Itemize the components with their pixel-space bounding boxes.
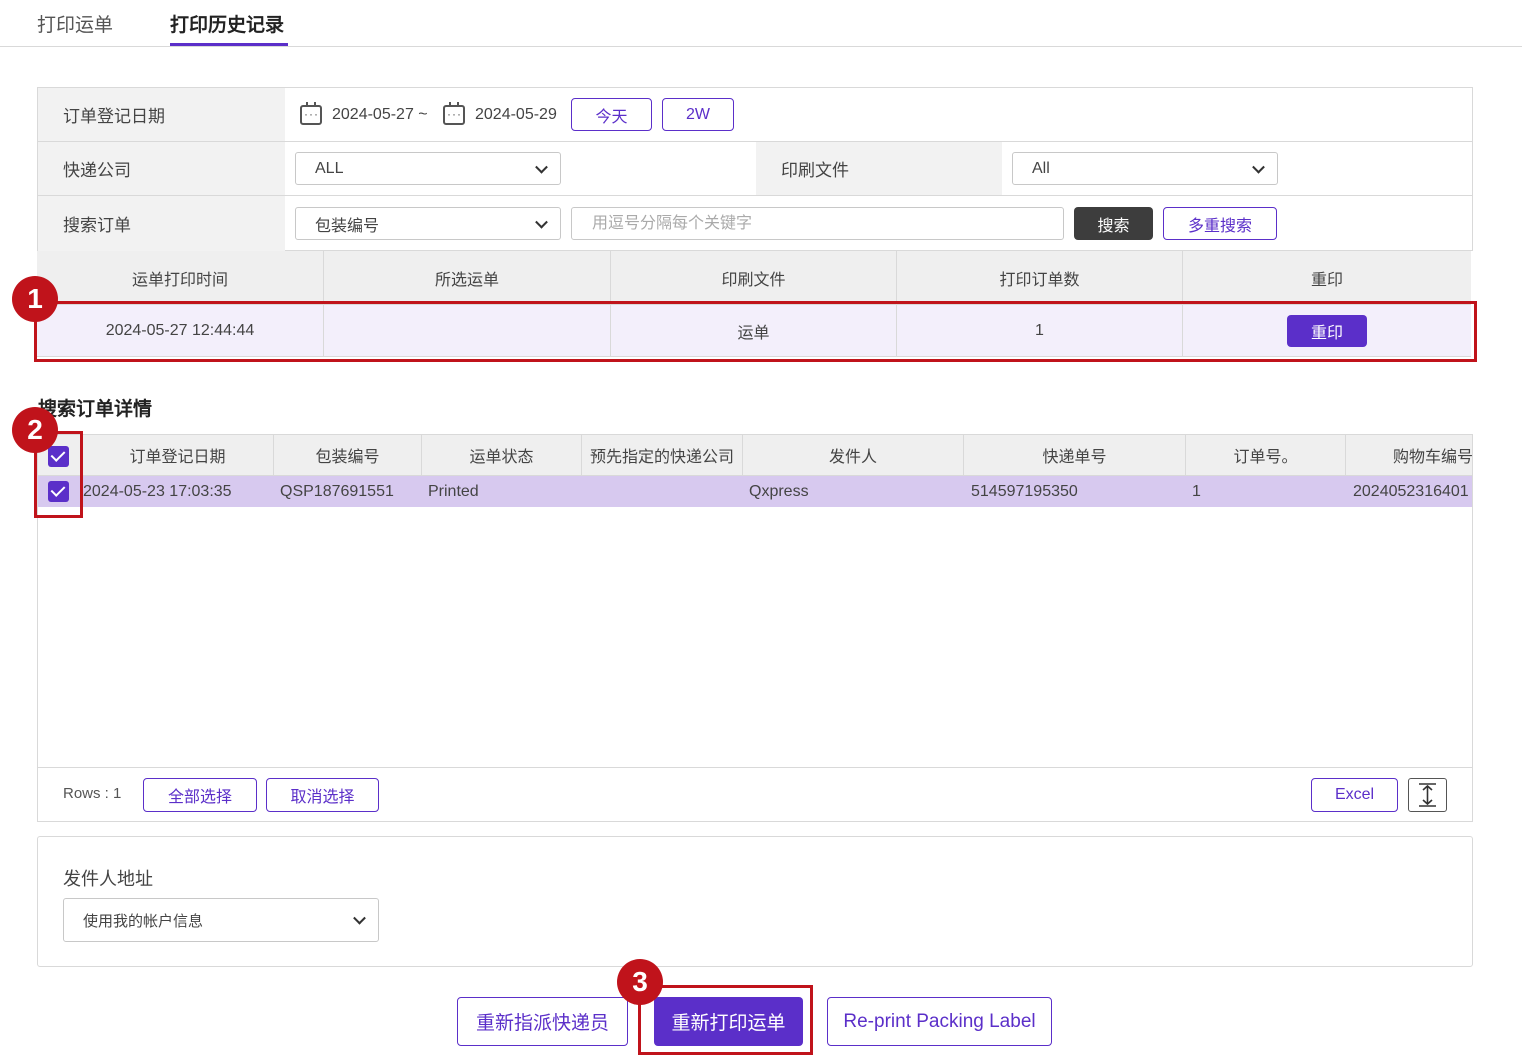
- col-order-date: 订单登记日期: [82, 435, 274, 475]
- col-selected-waybill: 所选运单: [324, 251, 611, 304]
- cart-no-cell: 2024052316401: [1353, 482, 1469, 500]
- rows-count: Rows : 1: [63, 785, 122, 802]
- search-label: 搜索订单: [38, 196, 285, 251]
- col-sender: 发件人: [743, 435, 964, 475]
- filter-panel: 订单登记日期 2024-05-27 ~ 2024-05-29 今天 2W 快递公…: [37, 87, 1473, 251]
- two-week-button[interactable]: 2W: [662, 98, 734, 131]
- chevron-down-icon: [353, 911, 366, 925]
- sender-address-value: 使用我的帐户信息: [83, 912, 204, 930]
- col-tracking-no: 快递单号: [964, 435, 1186, 475]
- sender-cell: Qxpress: [749, 482, 809, 500]
- today-button[interactable]: 今天: [571, 98, 652, 131]
- col-print-count: 打印订单数: [897, 251, 1183, 304]
- expand-height-icon[interactable]: [1408, 778, 1447, 812]
- search-type-value: 包装编号: [315, 217, 380, 235]
- col-cart-no: 购物车编号: [1393, 449, 1473, 466]
- multi-search-button[interactable]: 多重搜索: [1163, 207, 1277, 240]
- tab-print-waybill[interactable]: 打印运单: [37, 10, 113, 37]
- date-filter-row: 订单登记日期 2024-05-27 ~ 2024-05-29 今天 2W: [38, 88, 1472, 142]
- status-cell: Printed: [428, 482, 479, 500]
- tab-bar: 打印运单 打印历史记录: [0, 0, 1522, 47]
- select-all-button[interactable]: 全部选择: [143, 778, 257, 812]
- date-to[interactable]: 2024-05-29: [475, 106, 557, 124]
- calendar-icon[interactable]: [300, 102, 322, 125]
- chevron-down-icon: [535, 215, 548, 229]
- courier-select[interactable]: ALL: [295, 152, 561, 185]
- col-reprint: 重印: [1310, 271, 1343, 289]
- package-no-cell: QSP187691551: [280, 482, 394, 500]
- highlight-box-1: [34, 301, 1477, 362]
- sender-address-label: 发件人地址: [63, 869, 153, 889]
- preassigned-courier-cell: [582, 476, 743, 507]
- print-doc-select-value: All: [1032, 159, 1050, 177]
- step-badge-3: 3: [617, 959, 663, 1005]
- keyword-input[interactable]: [571, 207, 1064, 240]
- col-print-time: 运单打印时间: [37, 251, 324, 304]
- sender-address-select[interactable]: 使用我的帐户信息: [63, 898, 379, 942]
- table-row[interactable]: 2024-05-23 17:03:35 QSP187691551 Printed…: [38, 476, 1472, 507]
- date-filter-label: 订单登记日期: [38, 88, 285, 141]
- history-header: 运单打印时间 所选运单 印刷文件 打印订单数 重印: [37, 251, 1471, 305]
- grid-footer: Rows : 1 全部选择 取消选择 Excel: [38, 767, 1472, 821]
- step-badge-2: 2: [12, 407, 58, 453]
- courier-select-value: ALL: [315, 159, 344, 177]
- order-date-cell: 2024-05-23 17:03:35: [83, 482, 232, 500]
- order-no-cell: 1: [1192, 482, 1201, 500]
- search-button[interactable]: 搜索: [1074, 207, 1153, 240]
- highlight-box-3: [638, 985, 813, 1055]
- chevron-down-icon: [535, 160, 548, 174]
- print-doc-label: 印刷文件: [756, 142, 1002, 195]
- calendar-icon[interactable]: [443, 102, 465, 125]
- deselect-button[interactable]: 取消选择: [266, 778, 379, 812]
- tab-print-history[interactable]: 打印历史记录: [170, 10, 284, 37]
- active-tab-indicator: [170, 43, 288, 46]
- col-order-no: 订单号。: [1186, 435, 1346, 475]
- chevron-down-icon: [1252, 160, 1265, 174]
- tracking-no-cell: 514597195350: [971, 482, 1078, 500]
- courier-label: 快递公司: [38, 142, 285, 195]
- col-print-doc: 印刷文件: [611, 251, 897, 304]
- sender-address-panel: 发件人地址 使用我的帐户信息: [37, 836, 1473, 967]
- reassign-courier-button[interactable]: 重新指派快递员: [457, 997, 628, 1046]
- courier-filter-row: 快递公司 ALL 印刷文件 All: [38, 142, 1472, 196]
- order-detail-grid: 订单登记日期 包装编号 运单状态 预先指定的快递公司 发件人 快递单号 订单号。…: [37, 434, 1473, 822]
- step-badge-1: 1: [12, 276, 58, 322]
- search-type-select[interactable]: 包装编号: [295, 207, 561, 240]
- search-filter-row: 搜索订单 包装编号 搜索 多重搜索: [38, 196, 1472, 251]
- col-preassigned-courier: 预先指定的快递公司: [582, 435, 743, 475]
- print-doc-select[interactable]: All: [1012, 152, 1278, 185]
- col-status: 运单状态: [422, 435, 582, 475]
- col-package-no: 包装编号: [274, 435, 422, 475]
- reprint-packing-label-button[interactable]: Re-print Packing Label: [827, 997, 1052, 1046]
- date-from[interactable]: 2024-05-27 ~: [332, 106, 428, 124]
- excel-button[interactable]: Excel: [1311, 778, 1398, 812]
- grid-header: 订单登记日期 包装编号 运单状态 预先指定的快递公司 发件人 快递单号 订单号。…: [38, 435, 1472, 476]
- section-title-order-detail: 搜索订单详情: [38, 399, 153, 420]
